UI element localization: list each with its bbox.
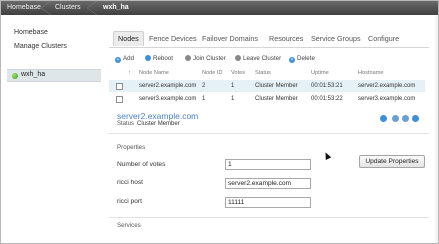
tab-resources[interactable]: Resources [269,34,303,43]
votes-label: Number of votes [117,161,166,168]
header-status[interactable]: Status [255,70,271,76]
cell-node-name: server2.example.com [139,83,197,89]
table-header: ↑ Node Name Node ID Votes Status Uptime … [109,67,425,79]
cell-node-id: 2 [202,83,206,89]
node-detail-status: Status Cluster Member [117,121,180,127]
ricci-port-label: ricci port [117,198,142,205]
cell-votes: 1 [231,96,235,102]
table-row[interactable]: server3.example.com 1 1 Cluster Member 0… [109,93,425,105]
delete-button[interactable]: × Delete [289,55,315,63]
header-node-id[interactable]: Node ID [202,70,223,76]
ricci-host-label: ricci host [117,179,144,186]
tab-fence-devices[interactable]: Fence Devices [149,34,197,43]
cell-node-id: 1 [202,96,206,102]
node-actions [380,115,422,125]
sidebar-cluster-item[interactable]: wxh_ha [7,69,101,82]
cell-uptime: 00:01:53:22 [311,96,343,102]
breadcrumb-separator-icon [87,1,97,15]
settings-icon[interactable] [412,115,419,122]
mouse-cursor-icon [322,151,332,160]
refresh-icon[interactable] [392,115,399,122]
node-detail-title: server2.example.com [117,111,199,121]
tab-failover-domains[interactable]: Failover Domains [202,34,258,43]
breadcrumb-current-cluster: wxh_ha [103,4,129,11]
leave-cluster-icon [235,55,241,61]
cell-node-name: server3.example.com [139,96,197,102]
cluster-name: wxh_ha [21,71,46,78]
join-cluster-button[interactable]: Join Cluster [185,55,226,62]
row-checkbox[interactable] [116,83,123,90]
properties-heading: Properties [117,144,146,151]
join-cluster-icon [185,55,191,61]
header-node-name[interactable]: Node Name [139,70,169,76]
sidebar: Homebase Manage Clusters wxh_ha [1,15,101,243]
breadcrumb: Homebase Clusters wxh_ha [1,1,438,15]
sidebar-link-manage-clusters[interactable]: Manage Clusters [14,43,67,50]
section-divider [109,133,429,134]
add-icon: + [115,57,121,63]
leave-cluster-button[interactable]: Leave Cluster [235,55,281,62]
join-cluster-label: Join Cluster [193,55,226,62]
cell-votes: 1 [231,83,235,89]
sidebar-link-homebase[interactable]: Homebase [14,29,48,36]
reboot-button[interactable]: Reboot [145,55,173,62]
section-divider [109,217,429,218]
votes-input[interactable]: 1 [225,159,311,170]
delete-node-icon[interactable] [380,115,387,122]
add-label: Add [123,55,135,62]
cluster-status-icon [12,73,18,79]
cell-hostname: server2.example.com [358,83,416,89]
link-icon[interactable] [402,115,409,122]
add-button[interactable]: + Add [115,55,134,63]
cell-hostname: server3.example.com [358,96,416,102]
status-value: Cluster Member [137,121,180,127]
table-row[interactable]: server2.example.com 2 1 Cluster Member 0… [109,80,425,92]
delete-label: Delete [297,55,315,62]
cell-status: Cluster Member [255,83,298,89]
app-window: Homebase Clusters wxh_ha Homebase Manage… [0,0,439,244]
delete-icon: × [289,57,295,63]
header-uptime[interactable]: Uptime [311,70,329,76]
leave-cluster-label: Leave Cluster [243,55,282,62]
tab-service-groups[interactable]: Service Groups [311,34,361,43]
update-properties-button[interactable]: Update Properties [359,155,425,168]
cell-status: Cluster Member [255,96,298,102]
ricci-host-input[interactable]: server2.example.com [225,178,311,189]
tab-divider [109,47,429,48]
row-checkbox[interactable] [116,96,123,103]
ricci-port-input[interactable]: 11111 [225,197,311,208]
tab-nodes[interactable]: Nodes [113,31,144,46]
reboot-label: Reboot [153,55,173,62]
services-heading: Services [117,222,141,229]
main-panel: Nodes Fence Devices Failover Domains Res… [109,15,438,243]
cell-uptime: 00:01:53:21 [311,83,343,89]
header-hostname[interactable]: Hostname [358,70,384,76]
status-label: Status [117,121,135,127]
header-votes[interactable]: Votes [231,70,245,76]
scrollbar[interactable] [435,15,438,243]
sort-indicator-icon[interactable]: ↑ [128,70,131,76]
reboot-icon [145,55,151,61]
tab-configure[interactable]: Configure [368,34,399,43]
